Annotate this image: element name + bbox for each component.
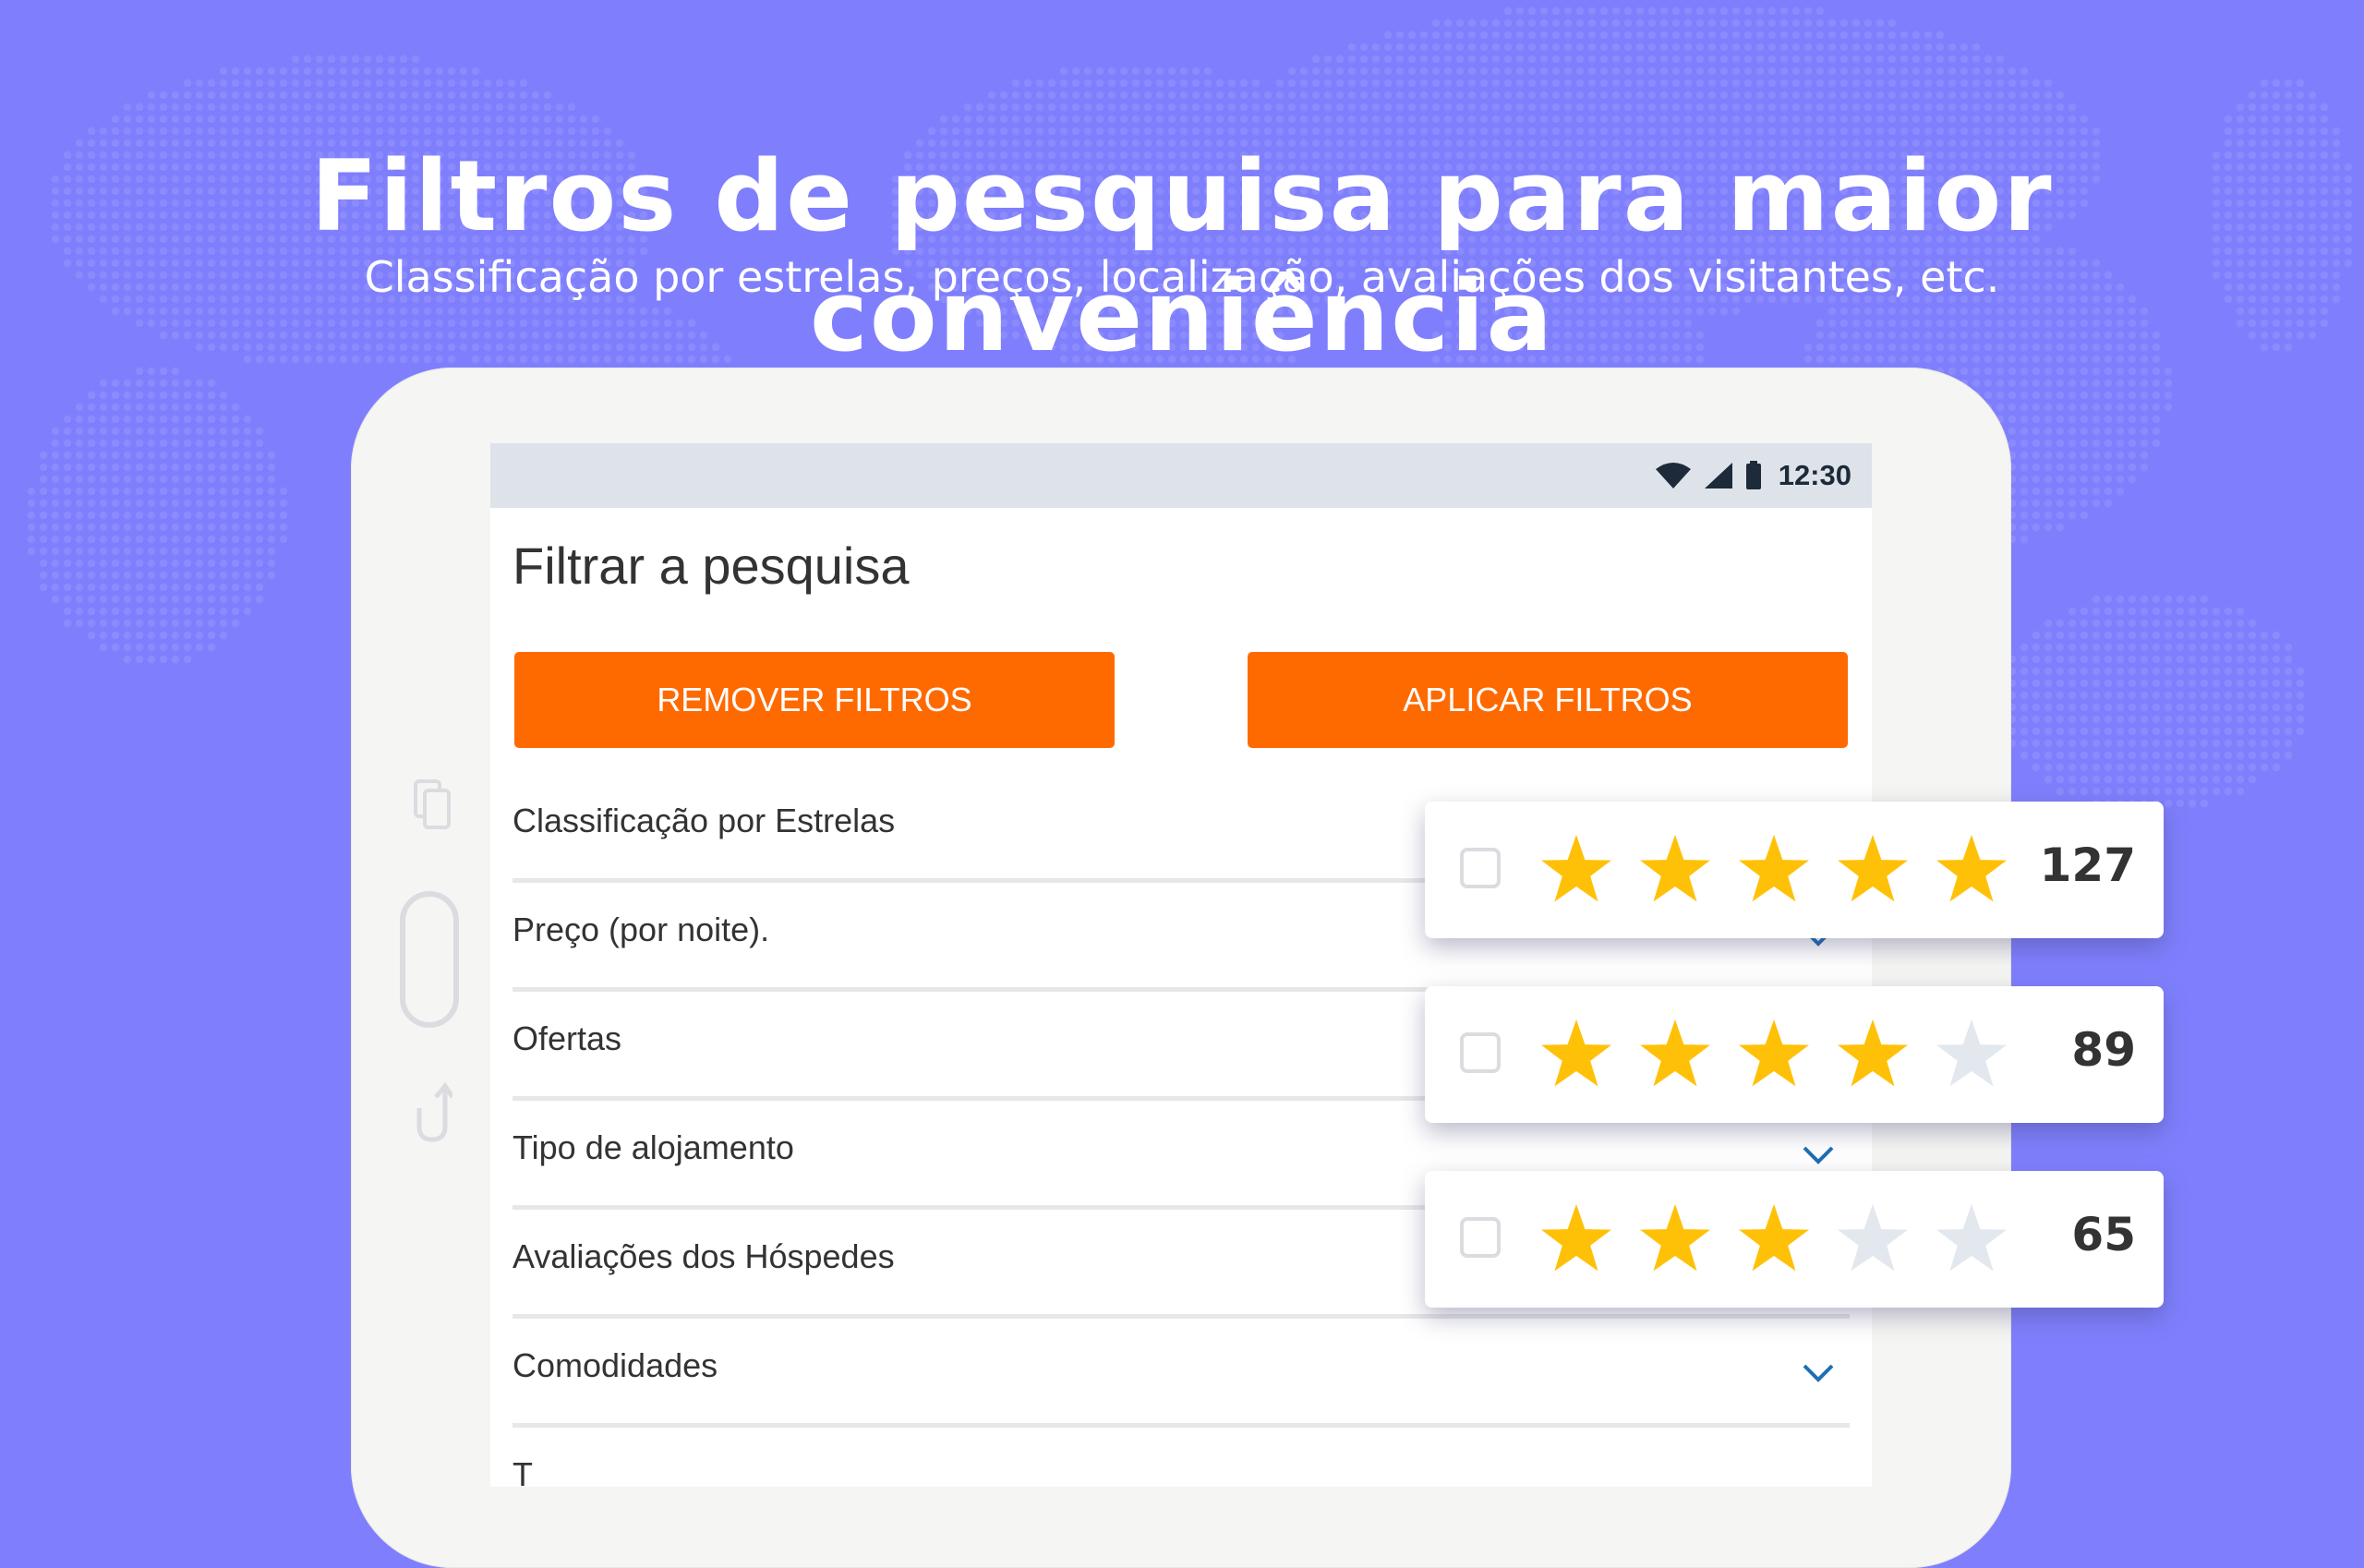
- screen-title: Filtrar a pesquisa: [513, 537, 910, 595]
- filter-row-amenities[interactable]: Comodidades: [513, 1319, 1850, 1428]
- chevron-down-icon[interactable]: [1802, 1145, 1835, 1165]
- signal-icon: [1704, 463, 1732, 488]
- status-time: 12:30: [1778, 459, 1851, 491]
- star-empty-icon: [1936, 1019, 2007, 1087]
- star-rating-stars: [1541, 1019, 2007, 1087]
- apply-filters-button[interactable]: APLICAR FILTROS: [1248, 652, 1848, 748]
- hero-subtitle: Classificação por estrelas, preços, loca…: [364, 252, 2000, 302]
- filter-label: Tipo de alojamento: [513, 1128, 794, 1166]
- star-empty-icon: [1936, 1204, 2007, 1272]
- star-filled-icon: [1739, 1019, 1809, 1087]
- star-rating-option[interactable]: 127: [1425, 802, 2164, 938]
- filter-label: Preço (por noite).: [513, 911, 770, 948]
- rating-checkbox[interactable]: [1460, 1217, 1501, 1258]
- filter-label: Classificação por Estrelas: [513, 802, 896, 839]
- star-rating-stars: [1541, 835, 2007, 902]
- wifi-icon: [1655, 463, 1691, 488]
- star-rating-option[interactable]: 65: [1425, 1171, 2164, 1308]
- star-filled-icon: [1640, 835, 1710, 902]
- app-screen: 12:30 Filtrar a pesquisa REMOVER FILTROS…: [490, 443, 1872, 1487]
- filter-row-partial[interactable]: T: [513, 1428, 1850, 1487]
- star-rating-stars: [1541, 1204, 2007, 1272]
- star-filled-icon: [1541, 1019, 1611, 1087]
- star-filled-icon: [1541, 835, 1611, 902]
- star-filled-icon: [1541, 1204, 1611, 1272]
- filter-label: Ofertas: [513, 1019, 622, 1057]
- home-button-icon[interactable]: [399, 890, 460, 1029]
- star-empty-icon: [1838, 1204, 1908, 1272]
- battery-icon: [1745, 461, 1761, 489]
- remove-filters-button[interactable]: REMOVER FILTROS: [514, 652, 1115, 748]
- rating-count: 127: [2039, 838, 2136, 892]
- star-filled-icon: [1640, 1204, 1710, 1272]
- star-filled-icon: [1936, 835, 2007, 902]
- recent-apps-icon[interactable]: [412, 778, 452, 833]
- star-filled-icon: [1838, 1019, 1908, 1087]
- star-filled-icon: [1640, 1019, 1710, 1087]
- back-icon[interactable]: [412, 1080, 452, 1145]
- filter-label: T: [513, 1455, 533, 1487]
- rating-count: 89: [2071, 1023, 2136, 1077]
- rating-checkbox[interactable]: [1460, 1032, 1501, 1073]
- star-filled-icon: [1739, 1204, 1809, 1272]
- star-filled-icon: [1838, 835, 1908, 902]
- status-bar: 12:30: [490, 443, 1872, 508]
- star-filled-icon: [1739, 835, 1809, 902]
- filter-label: Comodidades: [513, 1346, 718, 1384]
- rating-count: 65: [2071, 1208, 2136, 1261]
- rating-checkbox[interactable]: [1460, 848, 1501, 888]
- filter-label: Avaliações dos Hóspedes: [513, 1237, 895, 1275]
- chevron-down-icon[interactable]: [1802, 1363, 1835, 1383]
- star-rating-option[interactable]: 89: [1425, 986, 2164, 1123]
